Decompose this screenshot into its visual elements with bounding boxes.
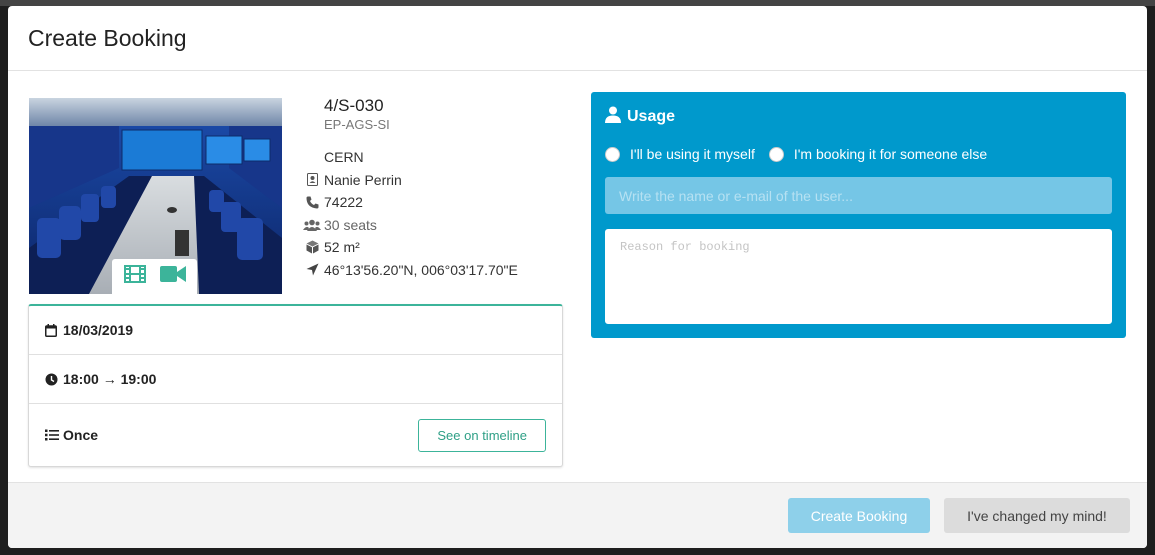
modal-body: 4/S-030 EP-AGS-SI CERN Nanie Perrin 7422… bbox=[8, 71, 1147, 482]
contact-card-icon bbox=[300, 173, 324, 187]
booking-time: 18:00 → 19:00 bbox=[63, 371, 157, 387]
room-coordinates: 46°13'56.20"N, 006°03'17.70"E bbox=[324, 261, 518, 278]
booking-date: 18/03/2019 bbox=[63, 322, 134, 338]
room-details: 4/S-030 EP-AGS-SI CERN Nanie Perrin 7422… bbox=[300, 96, 570, 281]
booking-time-row: 18:00 → 19:00 bbox=[29, 355, 562, 404]
radio-myself-circle[interactable] bbox=[605, 146, 620, 162]
location-arrow-icon bbox=[300, 263, 324, 276]
see-on-timeline-button[interactable]: See on timeline bbox=[418, 418, 546, 452]
usage-options: I'll be using it myself I'm booking it f… bbox=[605, 146, 1112, 162]
booking-recurrence-row: Once See on timeline bbox=[29, 404, 562, 466]
room-area-row: 52 m² bbox=[300, 236, 570, 259]
list-icon bbox=[45, 429, 63, 441]
room-site: CERN bbox=[324, 149, 364, 166]
radio-myself-label: I'll be using it myself bbox=[630, 146, 755, 162]
film-icon bbox=[123, 265, 146, 288]
create-booking-modal: Create Booking 4/S-030 EP-AGS-SI CERN Na… bbox=[8, 6, 1147, 548]
room-site-row: CERN bbox=[300, 146, 570, 169]
cancel-button[interactable]: I've changed my mind! bbox=[944, 498, 1130, 533]
clock-icon bbox=[45, 373, 63, 386]
room-seats: 30 seats bbox=[324, 216, 377, 233]
video-camera-icon bbox=[159, 265, 186, 288]
user-icon bbox=[605, 106, 621, 128]
room-owner: Nanie Perrin bbox=[324, 171, 402, 188]
usage-panel: Usage I'll be using it myself I'm bookin… bbox=[591, 92, 1126, 338]
usage-header: Usage bbox=[605, 106, 1112, 128]
room-phone: 74222 bbox=[324, 194, 363, 211]
room-phone-row: 74222 bbox=[300, 191, 570, 214]
room-photo bbox=[29, 98, 282, 294]
photo-equipment-icons bbox=[112, 259, 197, 294]
radio-someone-else-label: I'm booking it for someone else bbox=[793, 146, 988, 162]
room-location-row: 46°13'56.20"N, 006°03'17.70"E bbox=[300, 259, 570, 282]
calendar-icon bbox=[45, 323, 63, 337]
room-area: 52 m² bbox=[324, 239, 360, 256]
users-icon bbox=[300, 219, 324, 231]
radio-someone-else[interactable]: I'm booking it for someone else bbox=[768, 146, 988, 162]
modal-header: Create Booking bbox=[8, 6, 1147, 71]
usage-title: Usage bbox=[627, 108, 676, 125]
cube-icon bbox=[300, 240, 324, 254]
modal-title: Create Booking bbox=[28, 25, 187, 51]
create-booking-button[interactable]: Create Booking bbox=[788, 498, 930, 533]
room-name: 4/S-030 bbox=[324, 96, 384, 115]
room-seats-row: 30 seats bbox=[300, 214, 570, 237]
room-division: EP-AGS-SI bbox=[324, 117, 390, 132]
user-search-input[interactable] bbox=[605, 177, 1112, 214]
modal-footer: Create Booking I've changed my mind! bbox=[8, 482, 1147, 548]
room-owner-row: Nanie Perrin bbox=[300, 169, 570, 192]
booking-recurrence: Once bbox=[63, 427, 99, 443]
reason-textarea[interactable] bbox=[605, 229, 1112, 324]
booking-summary-card: 18/03/2019 18:00 → 19:00 Once See on tim… bbox=[28, 304, 563, 467]
booking-date-row: 18/03/2019 bbox=[29, 306, 562, 355]
radio-someone-else-circle[interactable] bbox=[768, 146, 784, 162]
radio-myself[interactable]: I'll be using it myself bbox=[605, 146, 755, 162]
phone-icon bbox=[300, 196, 324, 209]
